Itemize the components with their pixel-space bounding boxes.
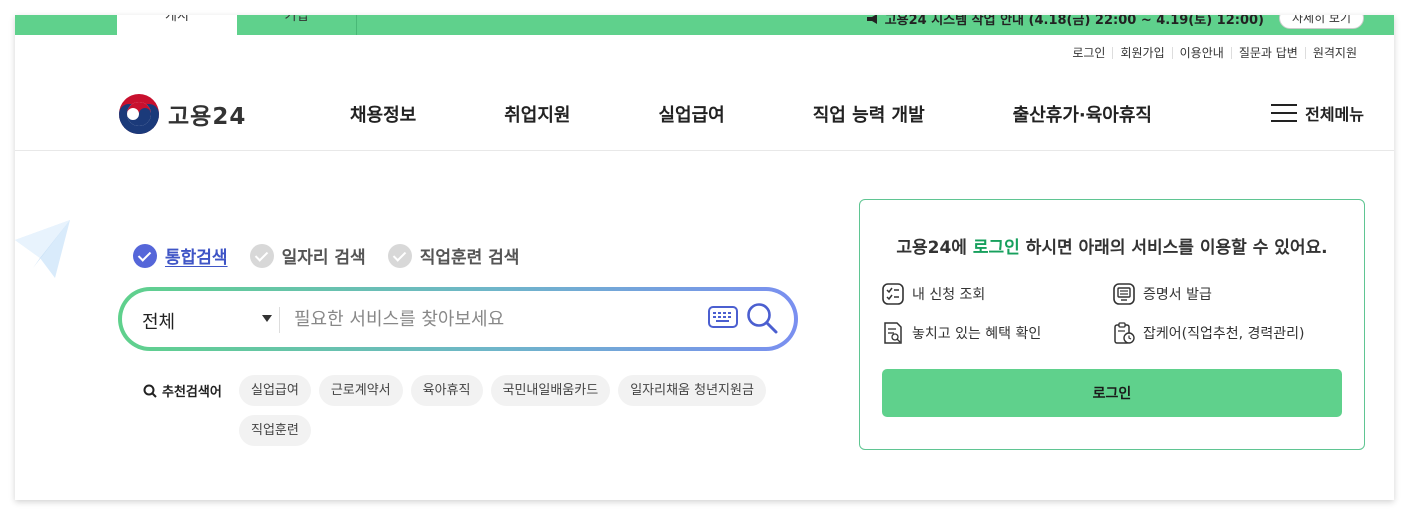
- service-my-applications[interactable]: 내 신청 조회: [882, 283, 985, 305]
- login-title-highlight: 로그인: [972, 238, 1020, 258]
- service-certificates[interactable]: 증명서 발급: [1113, 283, 1212, 305]
- caret-down-icon: [262, 315, 272, 322]
- service-label: 잡케어(직업추천, 경력관리): [1143, 326, 1305, 342]
- notice-detail-button[interactable]: 자세히 보기: [1278, 15, 1364, 29]
- hamburger-icon: [1271, 103, 1298, 123]
- check-circle-icon: [387, 243, 412, 268]
- notice-text: 고용24 시스템 작업 안내 (4.18(금) 22:00 ~ 4.19(토) …: [866, 15, 1264, 28]
- service-jobcare[interactable]: 잡케어(직업추천, 경력관리): [1113, 322, 1305, 344]
- nav-item-parental-leave[interactable]: 출산휴가·육아휴직: [1013, 101, 1152, 127]
- search-icon[interactable]: [745, 301, 779, 339]
- utility-links: 로그인 회원가입 이용안내 질문과 답변 원격지원: [1065, 47, 1364, 59]
- search-type-label: 통합검색: [165, 248, 228, 268]
- checklist-icon: [882, 283, 904, 305]
- recommend-tags: 실업급여 근로계약서 육아휴직 국민내일배움카드 일자리채움 청년지원금 직업훈…: [239, 375, 799, 455]
- nav-item-employment-support[interactable]: 취업지원: [504, 101, 570, 127]
- logo-text: 고용24: [168, 104, 247, 130]
- paper-plane-icon: [15, 220, 70, 278]
- recommend-tag[interactable]: 국민내일배움카드: [490, 375, 611, 406]
- notice-tab-active[interactable]: 게시: [117, 15, 237, 35]
- login-button[interactable]: 로그인: [882, 369, 1342, 417]
- magnifier-icon: [143, 384, 157, 398]
- util-link-guide[interactable]: 이용안내: [1171, 47, 1231, 59]
- search-type-integrated[interactable]: 통합검색: [133, 243, 228, 268]
- search-box: 전체: [118, 287, 798, 351]
- recommend-tag[interactable]: 육아휴직: [410, 375, 483, 406]
- util-link-remote[interactable]: 원격지원: [1304, 47, 1364, 59]
- nav-item-jobs[interactable]: 채용정보: [350, 101, 416, 127]
- search-type-jobs[interactable]: 일자리 검색: [249, 243, 366, 268]
- search-type-label: 직업훈련 검색: [419, 248, 520, 268]
- notice-bar: 게시 기업 고용24 시스템 작업 안내 (4.18(금) 22:00 ~ 4.…: [15, 15, 1394, 35]
- search-inner: 전체: [122, 291, 794, 347]
- nav-item-skills-development[interactable]: 직업 능력 개발: [813, 101, 925, 127]
- recommend-tag[interactable]: 실업급여: [239, 375, 311, 406]
- search-type-training[interactable]: 직업훈련 검색: [387, 243, 520, 268]
- service-label: 놓치고 있는 혜택 확인: [912, 326, 1042, 342]
- search-input[interactable]: [294, 303, 694, 335]
- search-type-label: 일자리 검색: [281, 248, 366, 268]
- login-title-pre: 고용24에: [896, 238, 973, 258]
- all-menu-label: 전체메뉴: [1305, 105, 1364, 124]
- notice-message: 고용24 시스템 작업 안내 (4.18(금) 22:00 ~ 4.19(토) …: [884, 15, 1264, 28]
- clipboard-clock-icon: [1114, 322, 1135, 344]
- keyboard-icon[interactable]: [708, 306, 738, 332]
- service-label: 증명서 발급: [1143, 287, 1212, 303]
- search-category-value: 전체: [142, 312, 176, 333]
- recommend-tag[interactable]: 직업훈련: [239, 415, 311, 446]
- check-circle-icon: [133, 243, 157, 268]
- certificate-icon: [1113, 283, 1135, 305]
- recommend-tag[interactable]: 일자리채움 청년지원금: [618, 375, 766, 406]
- site-logo[interactable]: 고용24: [118, 93, 246, 135]
- login-title-post: 하시면 아래의 서비스를 이용할 수 있어요.: [1019, 238, 1328, 258]
- util-link-qna[interactable]: 질문과 답변: [1230, 47, 1305, 59]
- service-label: 내 신청 조회: [912, 287, 986, 303]
- service-missed-benefits[interactable]: 놓치고 있는 혜택 확인: [882, 322, 1041, 344]
- nav-item-unemployment-benefit[interactable]: 실업급여: [659, 101, 725, 127]
- main-navigation: 채용정보 취업지원 실업급여 직업 능력 개발 출산휴가·육아휴직: [350, 101, 1240, 127]
- check-circle-icon: [249, 243, 274, 268]
- notice-tab-inactive[interactable]: 기업: [237, 15, 357, 35]
- login-box-title: 고용24에 로그인 하시면 아래의 서비스를 이용할 수 있어요.: [860, 233, 1364, 258]
- recommend-tag[interactable]: 근로계약서: [318, 375, 403, 406]
- login-box: 고용24에 로그인 하시면 아래의 서비스를 이용할 수 있어요. 내 신청 조…: [859, 199, 1365, 450]
- all-menu-button[interactable]: 전체메뉴: [1271, 101, 1364, 125]
- recommend-label-text: 추천검색어: [162, 385, 222, 400]
- search-divider: [279, 307, 280, 333]
- util-link-signup[interactable]: 회원가입: [1112, 47, 1171, 59]
- megaphone-icon: [866, 15, 885, 28]
- document-search-icon: [884, 322, 902, 344]
- taegeuk-logo-icon: [119, 94, 159, 134]
- header-divider: [15, 150, 1394, 151]
- recommend-label: 추천검색어: [143, 381, 222, 400]
- util-link-login[interactable]: 로그인: [1065, 47, 1112, 59]
- search-category-select[interactable]: 전체: [142, 308, 272, 334]
- search-type-selector: 통합검색 일자리 검색 직업훈련 검색: [133, 243, 541, 268]
- page-frame: 게시 기업 고용24 시스템 작업 안내 (4.18(금) 22:00 ~ 4.…: [15, 15, 1394, 500]
